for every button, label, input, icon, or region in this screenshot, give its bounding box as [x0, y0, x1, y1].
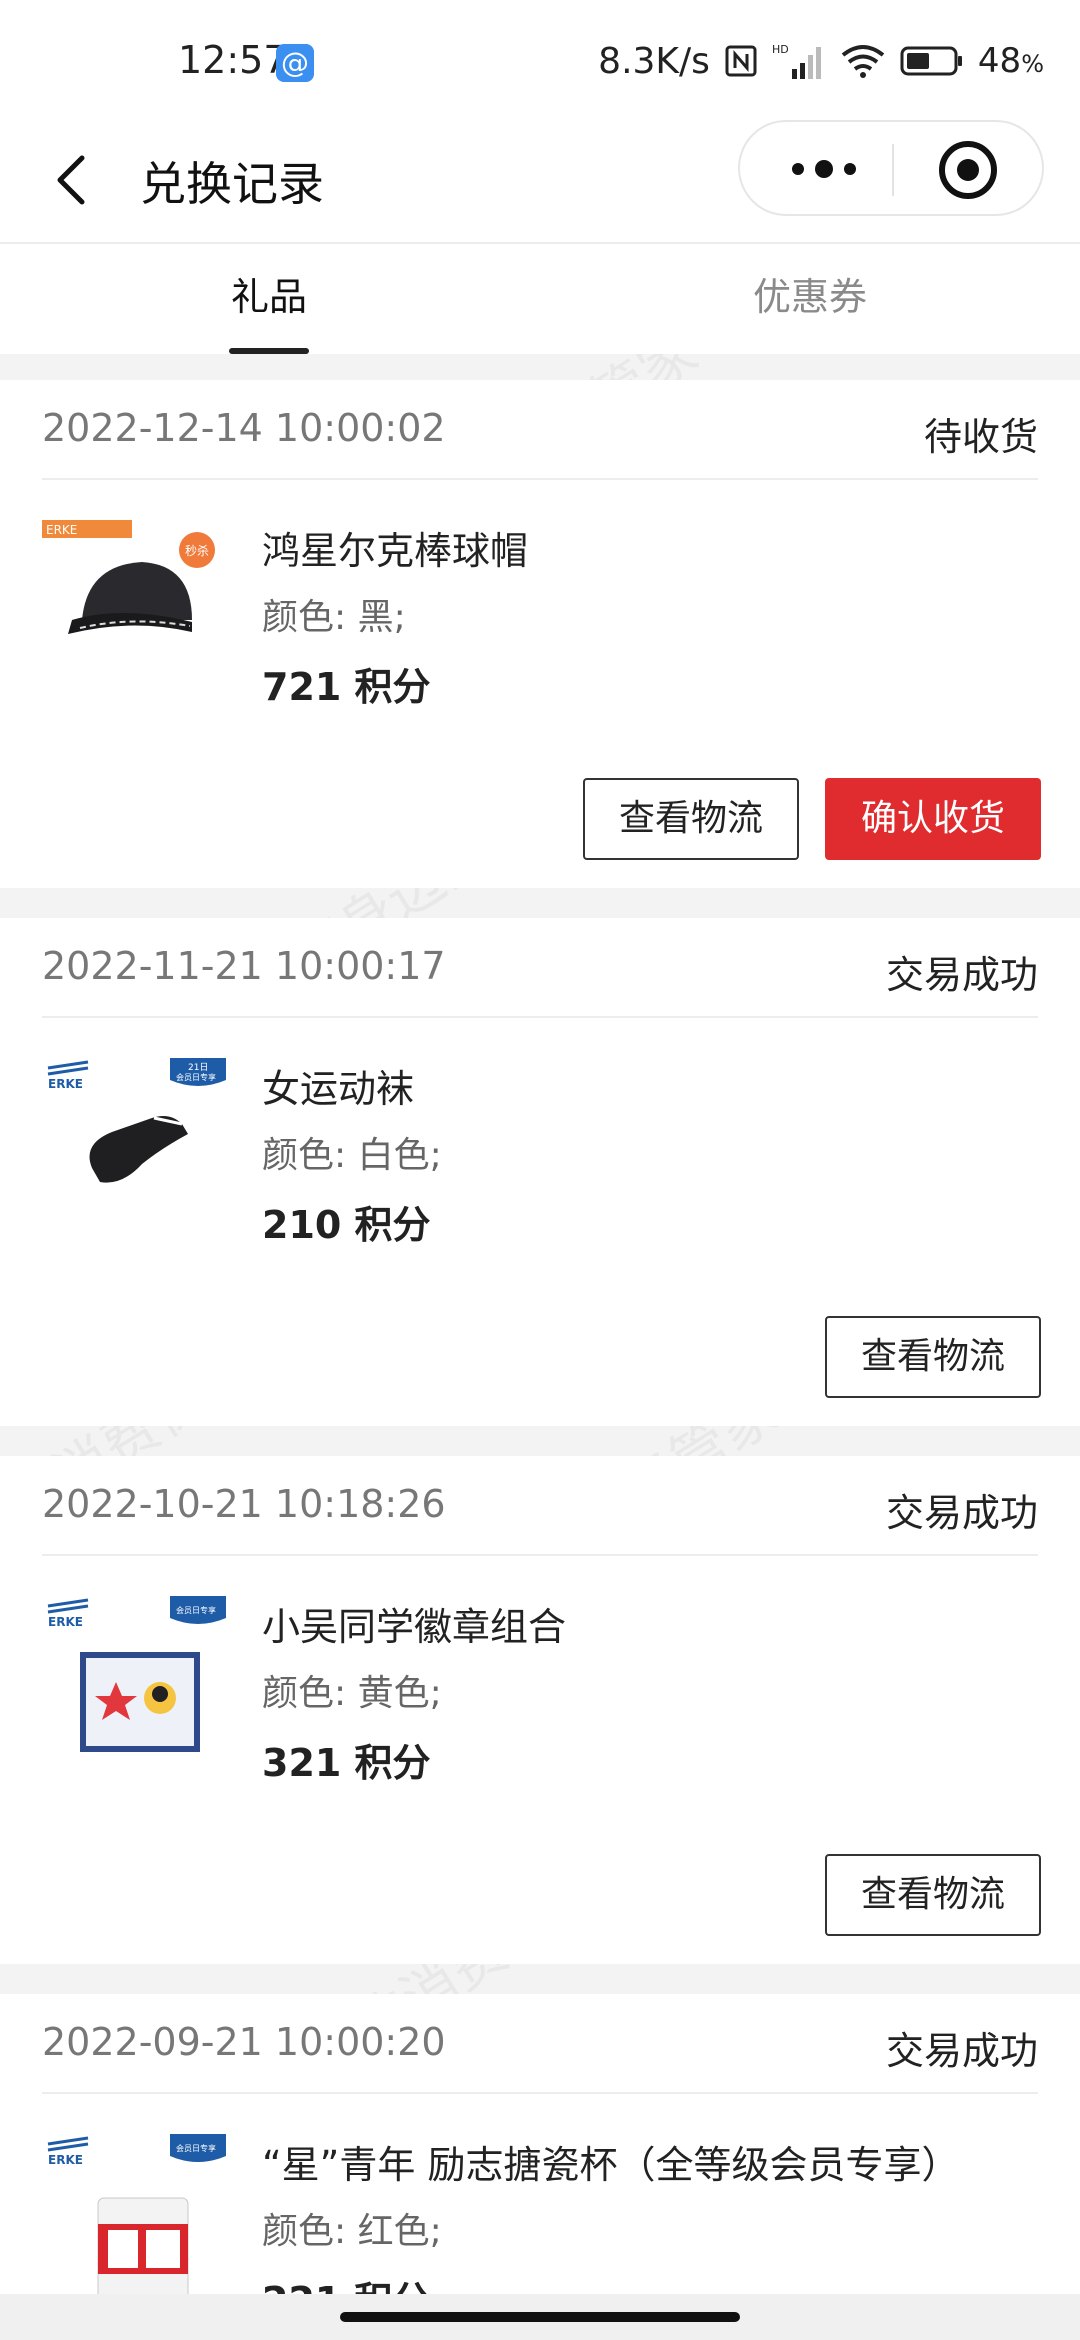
- badge-date: 21日: [188, 1062, 208, 1073]
- product-points: 721 积分: [262, 665, 431, 709]
- brand-logo: ERKE: [48, 2153, 83, 2167]
- close-miniprogram-icon[interactable]: [936, 138, 1000, 202]
- badge-member-day: 会员日专享: [176, 2143, 216, 2153]
- home-indicator[interactable]: [340, 2312, 740, 2322]
- brand-logo: ERKE: [48, 1077, 83, 1091]
- product-image-mug[interactable]: ERKE 会员日专享: [42, 2124, 226, 2308]
- product-name: 女运动袜: [262, 1067, 415, 1111]
- view-logistics-button[interactable]: 查看物流: [825, 1854, 1041, 1936]
- order-status: 交易成功: [885, 953, 1038, 997]
- battery-percent: 48%: [977, 41, 1044, 81]
- nav-bar: 兑换记录: [0, 120, 1080, 244]
- tab-gifts[interactable]: 礼品: [119, 266, 419, 321]
- hd-signal-icon: HD: [772, 43, 821, 79]
- order-header: 2022-12-14 10:00:02 待收货: [42, 380, 1038, 480]
- product-image-cap[interactable]: ERKE 秒杀: [42, 510, 226, 694]
- order-date: 2022-10-21 10:18:26: [42, 1482, 446, 1526]
- brand-logo: ERKE: [48, 1615, 83, 1629]
- product-points: 321 积分: [262, 1741, 431, 1785]
- more-icon[interactable]: [784, 152, 864, 186]
- view-logistics-button[interactable]: 查看物流: [825, 1316, 1041, 1398]
- view-logistics-button[interactable]: 查看物流: [583, 778, 799, 860]
- page-title: 兑换记录: [140, 157, 324, 211]
- product-color: 颜色: 黑;: [262, 597, 406, 638]
- product-color: 颜色: 黄色;: [262, 1673, 442, 1714]
- product-color: 颜色: 红色;: [262, 2211, 442, 2252]
- miniprogram-capsule: [738, 120, 1044, 216]
- capsule-divider: [892, 144, 894, 196]
- wifi-icon: [841, 45, 885, 78]
- product-name: 鸿星尔克棒球帽: [262, 529, 529, 573]
- tab-bar: 礼品 优惠券: [0, 244, 1080, 354]
- order-card: 2022-10-21 10:18:26 交易成功 ERKE 会员日专享 小吴同学…: [0, 1456, 1080, 1964]
- order-header: 2022-10-21 10:18:26 交易成功: [42, 1456, 1038, 1556]
- product-image-socks[interactable]: ERKE 21日 会员日专享: [42, 1048, 226, 1232]
- order-header: 2022-09-21 10:00:20 交易成功: [42, 1994, 1038, 2094]
- product-name: “星”青年 励志搪瓷杯（全等级会员专享）: [262, 2143, 960, 2187]
- badge-flash-sale: 秒杀: [185, 543, 209, 558]
- product-image-badges[interactable]: ERKE 会员日专享: [42, 1586, 226, 1770]
- status-bar: 12:57 @ 8.3K/s HD 48%: [0, 0, 1080, 120]
- status-time: 12:57: [178, 38, 288, 82]
- badge-member-day: 会员日专享: [176, 1072, 216, 1082]
- badge-member-day: 会员日专享: [176, 1605, 216, 1615]
- order-date: 2022-12-14 10:00:02: [42, 406, 446, 450]
- order-status: 交易成功: [885, 1491, 1038, 1535]
- product-name: 小吴同学徽章组合: [262, 1605, 567, 1649]
- network-speed: 8.3K/s: [598, 40, 710, 82]
- confirm-receipt-button[interactable]: 确认收货: [825, 778, 1041, 860]
- order-status: 交易成功: [885, 2029, 1038, 2073]
- order-date: 2022-09-21 10:00:20: [42, 2020, 446, 2064]
- order-card: 2022-12-14 10:00:02 待收货 ERKE 秒杀 鸿星尔克棒球帽 …: [0, 380, 1080, 888]
- product-color: 颜色: 白色;: [262, 1135, 442, 1176]
- order-header: 2022-11-21 10:00:17 交易成功: [42, 918, 1038, 1018]
- svg-text:HD: HD: [772, 43, 789, 56]
- svg-text:ERKE: ERKE: [46, 523, 77, 537]
- order-date: 2022-11-21 10:00:17: [42, 944, 446, 988]
- order-card: 2022-11-21 10:00:17 交易成功 ERKE 21日 会员日专享 …: [0, 918, 1080, 1426]
- back-arrow-icon[interactable]: [48, 140, 108, 220]
- nfc-icon: [725, 45, 757, 77]
- order-status: 待收货: [923, 415, 1038, 459]
- tab-coupons[interactable]: 优惠券: [660, 266, 960, 321]
- order-card: 2022-09-21 10:00:20 交易成功 ERKE 会员日专享 “星”青…: [0, 1994, 1080, 2340]
- product-points: 210 积分: [262, 1203, 431, 1247]
- battery-icon: [900, 46, 962, 76]
- tab-active-indicator: [229, 348, 309, 354]
- app-notification-icon: @: [276, 44, 314, 82]
